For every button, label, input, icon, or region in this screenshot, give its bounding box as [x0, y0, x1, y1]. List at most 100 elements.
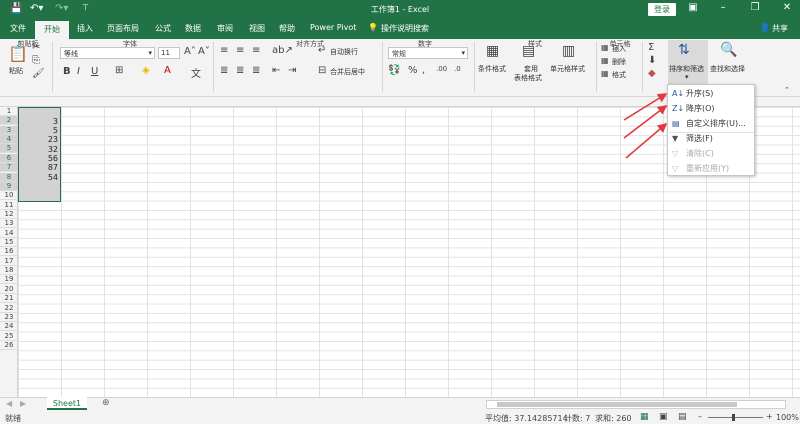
copy-icon[interactable]: ⎘: [32, 55, 40, 66]
row-header[interactable]: 3: [0, 125, 18, 135]
scrollbar-thumb[interactable]: [497, 402, 737, 407]
page-layout-view-icon[interactable]: ▣: [659, 412, 668, 422]
underline-button[interactable]: U: [91, 66, 98, 77]
phonetic-icon[interactable]: 文: [191, 65, 201, 80]
row-header[interactable]: 1: [0, 107, 18, 116]
tab-file[interactable]: 文件: [10, 23, 26, 34]
grow-font-icon[interactable]: A˄: [184, 46, 196, 57]
merge-center-icon[interactable]: ⊟: [318, 65, 326, 76]
horizontal-scrollbar[interactable]: [486, 400, 786, 409]
row-header[interactable]: 9: [0, 181, 18, 191]
zoom-out-icon[interactable]: –: [698, 412, 702, 421]
zoom-in-icon[interactable]: +: [766, 412, 773, 421]
italic-button[interactable]: I: [77, 66, 80, 77]
row-header[interactable]: 13: [0, 219, 18, 229]
tell-me-search[interactable]: 操作说明搜索: [381, 23, 429, 34]
find-select-button[interactable]: 查找和选择: [710, 64, 745, 74]
find-select-icon[interactable]: 🔍: [720, 42, 737, 58]
font-size-select[interactable]: 11: [158, 47, 180, 59]
format-cells-button[interactable]: 格式: [612, 70, 626, 80]
delete-cells-button[interactable]: 删除: [612, 57, 626, 67]
redo-icon[interactable]: ↷▾: [55, 3, 68, 14]
next-sheet-icon[interactable]: ▶: [20, 399, 26, 408]
restore-icon[interactable]: ❐: [748, 2, 762, 13]
tab-help[interactable]: 帮助: [279, 23, 295, 34]
format-cells-icon[interactable]: ▦: [601, 69, 609, 78]
customize-qat-icon[interactable]: ⊤: [82, 3, 89, 12]
row-header[interactable]: 22: [0, 304, 18, 313]
align-right-icon[interactable]: ≣: [252, 65, 260, 76]
cell-a7[interactable]: 87: [18, 163, 58, 172]
align-center-icon[interactable]: ≣: [236, 65, 244, 76]
row-header[interactable]: 21: [0, 294, 18, 304]
sheet-tab-sheet1[interactable]: Sheet1: [47, 397, 87, 410]
increase-decimal-icon[interactable]: .00: [436, 65, 447, 73]
delete-cells-icon[interactable]: ▦: [601, 56, 609, 65]
decrease-indent-icon[interactable]: ⇤: [272, 65, 280, 76]
menu-item-sort-ascending[interactable]: A↓ 升序(S): [668, 86, 756, 101]
row-header[interactable]: 24: [0, 322, 18, 332]
row-header[interactable]: 25: [0, 332, 18, 341]
format-painter-icon[interactable]: 🖌: [32, 68, 45, 79]
decrease-decimal-icon[interactable]: .0: [454, 65, 461, 73]
increase-indent-icon[interactable]: ⇥: [288, 65, 296, 76]
cell-a3[interactable]: 5: [18, 126, 58, 135]
page-break-view-icon[interactable]: ▤: [678, 412, 687, 422]
cell-a5[interactable]: 32: [18, 145, 58, 154]
row-header[interactable]: 4: [0, 135, 18, 145]
share-button[interactable]: 共享: [772, 23, 788, 34]
fill-color-icon[interactable]: ◈: [142, 65, 150, 76]
row-header[interactable]: 26: [0, 341, 18, 350]
align-left-icon[interactable]: ≣: [220, 65, 228, 76]
row-header[interactable]: 2: [0, 116, 18, 126]
clear-icon[interactable]: ◆: [648, 68, 656, 79]
table-format-button-line2[interactable]: 表格格式: [514, 73, 542, 83]
normal-view-icon[interactable]: ▦: [640, 412, 649, 422]
conditional-format-icon[interactable]: ▦: [486, 43, 499, 59]
borders-icon[interactable]: ⊞: [115, 65, 123, 76]
tab-insert[interactable]: 插入: [77, 23, 93, 34]
row-header[interactable]: 15: [0, 238, 18, 248]
row-header[interactable]: 12: [0, 210, 18, 219]
zoom-slider-thumb[interactable]: [732, 414, 735, 421]
currency-icon[interactable]: 💱: [388, 65, 400, 76]
cell-a8[interactable]: 54: [18, 173, 58, 182]
cell-a2[interactable]: 3: [18, 117, 58, 126]
cell-styles-button[interactable]: 单元格样式: [550, 64, 585, 74]
save-icon[interactable]: 💾: [10, 3, 22, 14]
row-header[interactable]: 19: [0, 275, 18, 285]
tab-view[interactable]: 视图: [249, 23, 265, 34]
shrink-font-icon[interactable]: A˅: [198, 46, 210, 57]
autosum-icon[interactable]: Σ: [648, 42, 654, 53]
bold-button[interactable]: B: [63, 66, 71, 77]
row-header[interactable]: 23: [0, 313, 18, 322]
font-color-icon[interactable]: A: [164, 65, 171, 76]
cell-a6[interactable]: 56: [18, 154, 58, 163]
tab-page-layout[interactable]: 页面布局: [107, 23, 139, 34]
menu-item-custom-sort[interactable]: ▤ 自定义排序(U)...: [668, 116, 756, 131]
undo-icon[interactable]: ↶▾: [30, 3, 43, 14]
comma-style-icon[interactable]: ,: [422, 65, 425, 76]
close-icon[interactable]: ✕: [780, 2, 794, 13]
cell-styles-icon[interactable]: ▥: [562, 43, 575, 59]
row-header[interactable]: 6: [0, 153, 18, 163]
login-button[interactable]: 登录: [648, 3, 676, 16]
row-header[interactable]: 17: [0, 257, 18, 266]
row-header[interactable]: 11: [0, 201, 18, 210]
row-header[interactable]: 5: [0, 144, 18, 154]
zoom-slider[interactable]: [708, 417, 763, 418]
menu-item-filter[interactable]: ▼ 筛选(F): [668, 131, 756, 146]
tab-review[interactable]: 审阅: [217, 23, 233, 34]
row-header[interactable]: 8: [0, 172, 18, 182]
conditional-format-button[interactable]: 条件格式: [478, 64, 506, 74]
tab-home[interactable]: 开始: [35, 21, 69, 39]
collapse-ribbon-icon[interactable]: ⌃: [784, 86, 790, 94]
percent-icon[interactable]: %: [408, 65, 418, 76]
cell-a4[interactable]: 23: [18, 135, 58, 144]
merge-center-button[interactable]: 合并后居中: [330, 67, 365, 77]
row-header[interactable]: 14: [0, 229, 18, 238]
sort-filter-button[interactable]: ⇅ 排序和筛选 ▾: [668, 40, 708, 84]
row-header[interactable]: 16: [0, 247, 18, 257]
row-header[interactable]: 20: [0, 285, 18, 294]
ribbon-display-icon[interactable]: ▣: [686, 2, 700, 13]
